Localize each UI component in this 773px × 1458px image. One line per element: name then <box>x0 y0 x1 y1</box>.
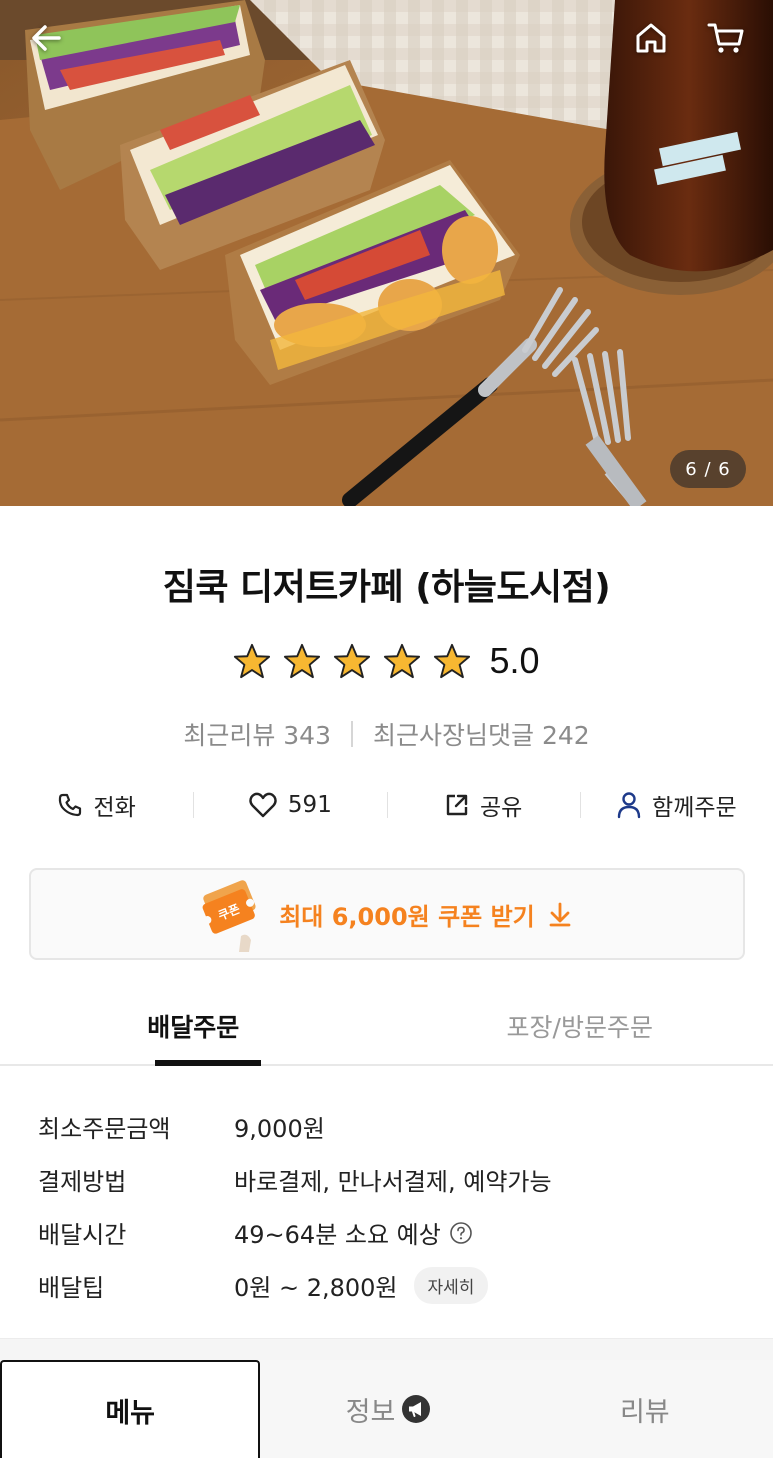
info-label: 배달시간 <box>38 1221 127 1249</box>
info-value: 9,000원 <box>234 1115 325 1143</box>
review-stats: 최근리뷰 343 최근사장님댓글 242 <box>0 716 773 752</box>
group-order-label: 함께주문 <box>652 795 737 821</box>
info-value: 49~64분 소요 예상 <box>234 1221 441 1249</box>
divider <box>351 721 353 747</box>
star-icon <box>284 643 321 679</box>
info-label: 배달팁 <box>38 1274 105 1302</box>
rating-stars <box>233 642 471 680</box>
share-label: 공유 <box>479 795 523 821</box>
star-icon <box>334 643 371 679</box>
info-value-wrap: 49~64분 소요 예상 <box>234 1215 473 1250</box>
tab-info-label: 정보 <box>345 1396 396 1428</box>
share-button[interactable]: 공유 <box>386 782 580 828</box>
star-icon <box>384 643 421 679</box>
order-type-tabs: 배달주문 포장/방문주문 <box>0 1000 773 1066</box>
cart-button[interactable] <box>702 14 750 62</box>
back-arrow-icon <box>32 25 61 51</box>
info-value-wrap: 0원 ~ 2,800원 자세히 <box>234 1267 489 1304</box>
coupon-label: 최대 6,000원 쿠폰 받기 <box>279 902 535 931</box>
info-value: 0원 ~ 2,800원 <box>234 1274 398 1302</box>
info-label: 결제방법 <box>38 1168 127 1196</box>
info-row-payment: 결제방법 바로결제, 만나서결제, 예약가능 <box>38 1153 738 1206</box>
sandwich-photo <box>0 0 773 506</box>
cart-icon <box>707 23 744 53</box>
call-button[interactable]: 전화 <box>0 782 193 828</box>
tab-delivery-order[interactable]: 배달주문 <box>0 1000 387 1066</box>
action-bar: 전화 591 공유 함께주문 <box>0 782 773 828</box>
back-button[interactable] <box>22 14 70 62</box>
tab-pickup-order[interactable]: 포장/방문주문 <box>387 1000 773 1064</box>
like-button[interactable]: 591 <box>193 782 386 828</box>
recent-reviews-link[interactable]: 최근리뷰 343 <box>183 716 331 752</box>
call-label: 전화 <box>93 795 136 821</box>
coupon-ticket-icon: 쿠폰 <box>202 880 256 952</box>
info-row-min-order: 최소주문금액 9,000원 <box>38 1100 738 1153</box>
phone-icon <box>59 793 82 817</box>
hero-image[interactable]: 6 / 6 <box>0 0 773 506</box>
owner-replies-link[interactable]: 최근사장님댓글 242 <box>373 716 590 752</box>
tab-review[interactable]: 리뷰 <box>517 1360 773 1458</box>
megaphone-icon <box>402 1395 431 1423</box>
info-label: 최소주문금액 <box>38 1115 171 1143</box>
star-icon <box>434 643 471 679</box>
group-order-button[interactable]: 함께주문 <box>579 782 773 828</box>
info-row-delivery-time: 배달시간 49~64분 소요 예상 <box>38 1206 738 1259</box>
coupon-download-button[interactable]: 쿠폰 최대 6,000원 쿠폰 받기 <box>29 868 745 960</box>
store-name: 짐쿡 디저트카페 (하늘도시점) <box>162 567 611 608</box>
home-icon <box>636 23 666 53</box>
star-icon <box>234 643 271 679</box>
home-button[interactable] <box>627 14 675 62</box>
share-icon <box>446 794 468 816</box>
tab-menu[interactable]: 메뉴 <box>0 1360 261 1458</box>
rating-row: 5.0 <box>0 640 773 682</box>
tab-info[interactable]: 정보 <box>260 1360 516 1458</box>
download-arrow-icon <box>549 902 571 927</box>
heart-icon <box>249 792 277 818</box>
tab-review-label: 리뷰 <box>619 1396 670 1428</box>
like-count: 591 <box>287 792 332 818</box>
delivery-info: 최소주문금액 9,000원 결제방법 바로결제, 만나서결제, 예약가능 배달시… <box>38 1100 738 1312</box>
tab-menu-label: 메뉴 <box>105 1397 155 1429</box>
person-icon <box>617 792 641 819</box>
info-row-delivery-tip: 배달팁 0원 ~ 2,800원 자세히 <box>38 1259 738 1312</box>
section-divider <box>0 1338 773 1362</box>
image-counter: 6 / 6 <box>670 450 746 488</box>
delivery-tip-detail-button[interactable]: 자세히 <box>413 1267 489 1304</box>
rating-value: 5.0 <box>489 640 540 681</box>
store-content-tabs: 메뉴 정보 리뷰 <box>0 1360 773 1458</box>
info-value: 바로결제, 만나서결제, 예약가능 <box>234 1168 552 1196</box>
help-icon[interactable] <box>449 1221 473 1245</box>
